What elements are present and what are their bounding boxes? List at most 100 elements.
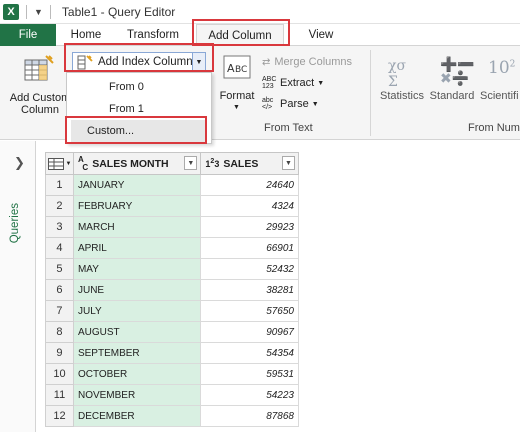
custom-column-icon xyxy=(24,55,54,81)
row-number[interactable]: 8 xyxy=(45,321,74,343)
table-row[interactable]: 6 JUNE 38281 xyxy=(45,279,299,301)
cell-sales-month[interactable]: JUNE xyxy=(72,279,202,301)
data-grid: ▼ A C SALES MONTH ▼ 123 SALES ▼ 1 JANUARY… xyxy=(45,152,299,427)
menu-item-from-0[interactable]: From 0 xyxy=(67,76,211,98)
column-header-sales-month[interactable]: A C SALES MONTH ▼ xyxy=(72,152,202,175)
chevron-down-icon[interactable]: ▼ xyxy=(282,156,295,170)
row-number[interactable]: 12 xyxy=(45,405,74,427)
row-number[interactable]: 5 xyxy=(45,258,74,280)
svg-text:BC: BC xyxy=(235,65,247,75)
row-number[interactable]: 4 xyxy=(45,237,74,259)
cell-sales[interactable]: 57650 xyxy=(200,300,299,322)
cell-sales-month[interactable]: APRIL xyxy=(72,237,202,259)
merge-columns-icon: ⇄ xyxy=(262,56,271,68)
cell-sales-month[interactable]: OCTOBER xyxy=(72,363,202,385)
chevron-down-icon: ▼ xyxy=(233,104,240,111)
text-type-icon[interactable]: A C xyxy=(78,155,88,172)
cell-sales[interactable]: 66901 xyxy=(200,237,299,259)
tab-home[interactable]: Home xyxy=(62,24,110,46)
svg-text:A: A xyxy=(227,62,235,75)
row-number[interactable]: 3 xyxy=(45,216,74,238)
row-number[interactable]: 7 xyxy=(45,300,74,322)
merge-columns-button[interactable]: ⇄ Merge Columns xyxy=(262,54,352,70)
cell-sales[interactable]: 24640 xyxy=(200,174,299,196)
select-all-table-icon[interactable]: ▼ xyxy=(45,152,74,175)
scientific-label: Scientifi xyxy=(480,90,519,102)
cell-sales-month[interactable]: JANUARY xyxy=(72,174,202,196)
chevron-down-icon: ▼ xyxy=(317,79,325,87)
cell-sales[interactable]: 87868 xyxy=(200,405,299,427)
table-row[interactable]: 12 DECEMBER 87868 xyxy=(45,405,299,427)
index-column-dropdown-menu: From 0 From 1 Custom... xyxy=(66,72,212,144)
cell-sales-month[interactable]: JULY xyxy=(72,300,202,322)
row-number[interactable]: 1 xyxy=(45,174,74,196)
window-title: Table1 - Query Editor xyxy=(61,4,176,19)
format-icon: A BC xyxy=(223,55,251,79)
excel-logo-icon: X xyxy=(3,3,19,20)
add-custom-column-button[interactable]: Add Custom Column xyxy=(4,46,70,136)
cell-sales-month[interactable]: SEPTEMBER xyxy=(72,342,202,364)
statistics-label: Statistics xyxy=(379,90,424,102)
extract-button[interactable]: ABC 123 Extract ▼ xyxy=(262,75,324,91)
cell-sales[interactable]: 4324 xyxy=(200,195,299,217)
cell-sales[interactable]: 54354 xyxy=(200,342,299,364)
cell-sales-month[interactable]: DECEMBER xyxy=(72,405,202,427)
queries-pane-label[interactable]: Queries xyxy=(9,203,21,243)
parse-label: Parse xyxy=(280,98,309,110)
column-header-sales[interactable]: 123 SALES ▼ xyxy=(200,152,299,175)
cell-sales[interactable]: 29923 xyxy=(200,216,299,238)
tab-transform[interactable]: Transform xyxy=(118,24,188,46)
table-row[interactable]: 7 JULY 57650 xyxy=(45,300,299,322)
cell-sales[interactable]: 52432 xyxy=(200,258,299,280)
format-label: Format xyxy=(219,90,255,102)
cell-sales-month[interactable]: AUGUST xyxy=(72,321,202,343)
cell-sales-month[interactable]: NOVEMBER xyxy=(72,384,202,406)
parse-button[interactable]: abc </> Parse ▼ xyxy=(262,96,319,112)
cell-sales-month[interactable]: MARCH xyxy=(72,216,202,238)
chevron-right-icon[interactable]: ❯ xyxy=(14,155,25,171)
row-number[interactable]: 11 xyxy=(45,384,74,406)
group-label-from-number: From Num xyxy=(468,122,520,134)
add-index-column-button[interactable]: Add Index Column ▼ xyxy=(72,52,206,72)
table-icon xyxy=(47,157,64,170)
scientific-button[interactable]: 102 Scientifi xyxy=(478,50,520,120)
number-type-icon[interactable]: 123 xyxy=(205,158,219,169)
title-bar: X ▼ Table1 - Query Editor xyxy=(0,0,520,24)
table-row[interactable]: 10 OCTOBER 59531 xyxy=(45,363,299,385)
cell-sales-month[interactable]: MAY xyxy=(72,258,202,280)
table-row[interactable]: 8 AUGUST 90967 xyxy=(45,321,299,343)
queries-pane: ❯ Queries xyxy=(0,141,36,432)
menu-item-custom[interactable]: Custom... xyxy=(71,120,207,142)
standard-operations-icon: ➕➖ ✖➗ xyxy=(440,57,475,87)
row-number[interactable]: 9 xyxy=(45,342,74,364)
column-header-label: SALES MONTH xyxy=(92,157,169,170)
add-index-column-label: Add Index Column xyxy=(98,56,193,68)
cell-sales-month[interactable]: FEBRUARY xyxy=(72,195,202,217)
format-button[interactable]: A BC Format ▼ xyxy=(216,54,258,124)
cell-sales[interactable]: 54223 xyxy=(200,384,299,406)
tab-add-column[interactable]: Add Column xyxy=(196,24,284,47)
table-row[interactable]: 4 APRIL 66901 xyxy=(45,237,299,259)
row-number[interactable]: 6 xyxy=(45,279,74,301)
table-row[interactable]: 2 FEBRUARY 4324 xyxy=(45,195,299,217)
row-number[interactable]: 2 xyxy=(45,195,74,217)
quick-access-dropdown-icon[interactable]: ▼ xyxy=(34,7,43,17)
table-row[interactable]: 1 JANUARY 24640 xyxy=(45,174,299,196)
tab-file[interactable]: File xyxy=(0,24,56,46)
tab-view[interactable]: View xyxy=(300,24,342,46)
cell-sales[interactable]: 90967 xyxy=(200,321,299,343)
table-row[interactable]: 5 MAY 52432 xyxy=(45,258,299,280)
chevron-down-icon[interactable]: ▼ xyxy=(184,156,198,170)
menu-item-from-1[interactable]: From 1 xyxy=(67,98,211,120)
standard-button[interactable]: ➕➖ ✖➗ Standard xyxy=(428,50,476,120)
table-row[interactable]: 11 NOVEMBER 54223 xyxy=(45,384,299,406)
cell-sales[interactable]: 59531 xyxy=(200,363,299,385)
cell-sales[interactable]: 38281 xyxy=(200,279,299,301)
chevron-down-icon: ▼ xyxy=(311,100,319,108)
table-row[interactable]: 3 MARCH 29923 xyxy=(45,216,299,238)
chevron-down-icon[interactable]: ▼ xyxy=(192,53,205,71)
statistics-button[interactable]: χσ Σ Statistics xyxy=(376,50,428,120)
table-row[interactable]: 9 SEPTEMBER 54354 xyxy=(45,342,299,364)
row-number[interactable]: 10 xyxy=(45,363,74,385)
divider xyxy=(49,4,51,19)
